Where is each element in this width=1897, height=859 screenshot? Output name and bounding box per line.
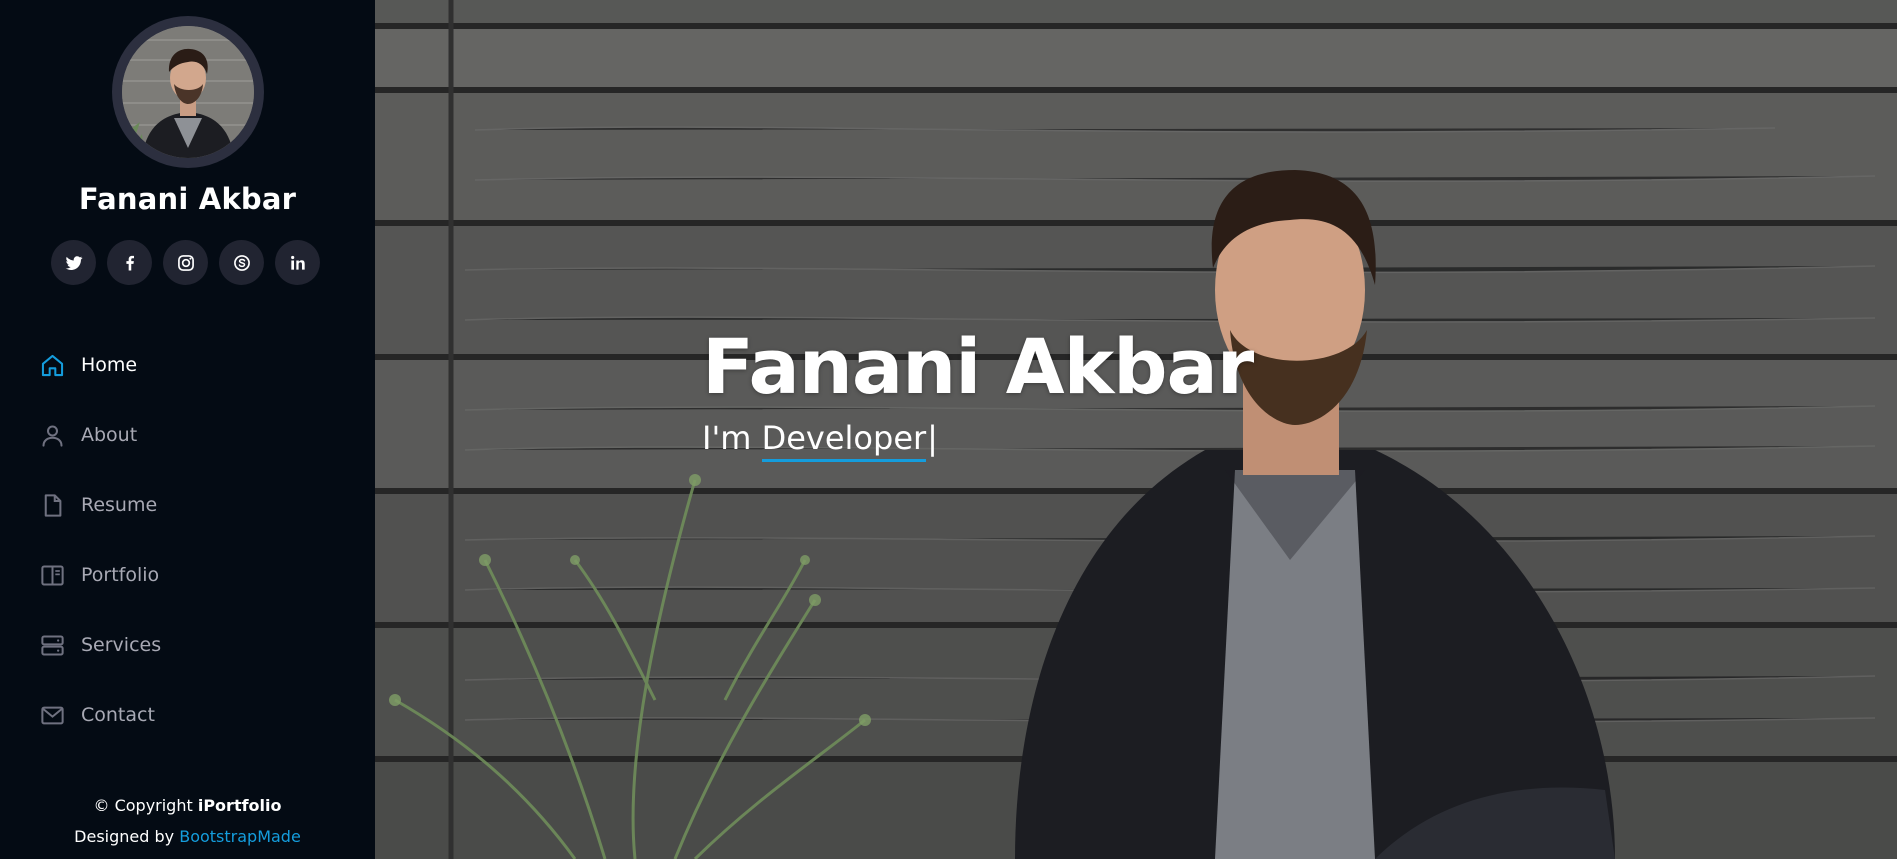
typed-cursor: | [927,419,938,457]
nav-item-contact[interactable]: Contact [37,680,161,750]
instagram-link[interactable] [163,240,208,285]
linkedin-link[interactable] [275,240,320,285]
skype-icon [233,254,250,271]
credits-prefix: Designed by [74,827,180,846]
linkedin-icon [290,255,305,270]
facebook-link[interactable] [107,240,152,285]
hero-subtitle: I'm Developer| [702,419,938,462]
sidebar-nav: Home About Resume Portfolio Services Con… [37,330,161,750]
nav-item-home[interactable]: Home [37,330,161,400]
nav-item-label: Services [81,634,162,656]
social-links [51,240,320,285]
twitter-link[interactable] [51,240,96,285]
avatar-frame [112,16,264,168]
nav-item-label: Portfolio [81,564,160,586]
copyright-line: © Copyright iPortfolio [0,790,375,821]
person-icon [37,420,67,450]
twitter-icon [65,255,83,270]
avatar[interactable] [122,26,254,158]
credits-line: Designed by BootstrapMade [0,821,375,852]
nav-item-label: Resume [81,494,158,516]
credits-link[interactable]: BootstrapMade [179,827,301,846]
book-icon [37,560,67,590]
sidebar: Fanani Akbar Home About Resume Portfolio… [0,0,375,859]
typed-text: Developer [761,419,927,462]
hero-subtitle-prefix: I'm [702,419,762,457]
nav-item-resume[interactable]: Resume [37,470,161,540]
nav-item-services[interactable]: Services [37,610,161,680]
server-icon [37,630,67,660]
avatar-photo [122,26,254,158]
hero-title: Fanani Akbar [702,322,1254,411]
nav-item-label: Contact [81,704,155,726]
instagram-icon [177,254,194,271]
home-icon [37,350,67,380]
copyright-prefix: © Copyright [93,796,198,815]
nav-item-label: Home [81,354,138,376]
skype-link[interactable] [219,240,264,285]
profile-name[interactable]: Fanani Akbar [0,182,375,216]
copyright-brand: iPortfolio [197,796,282,815]
envelope-icon [37,700,67,730]
nav-item-label: About [81,424,138,446]
nav-item-about[interactable]: About [37,400,161,470]
hero-background-photo [375,0,1897,859]
facebook-icon [125,255,134,270]
file-icon [37,490,67,520]
hero-section: Fanani Akbar I'm Developer| [375,0,1897,859]
sidebar-footer: © Copyright iPortfolio Designed by Boots… [0,790,375,852]
nav-item-portfolio[interactable]: Portfolio [37,540,161,610]
